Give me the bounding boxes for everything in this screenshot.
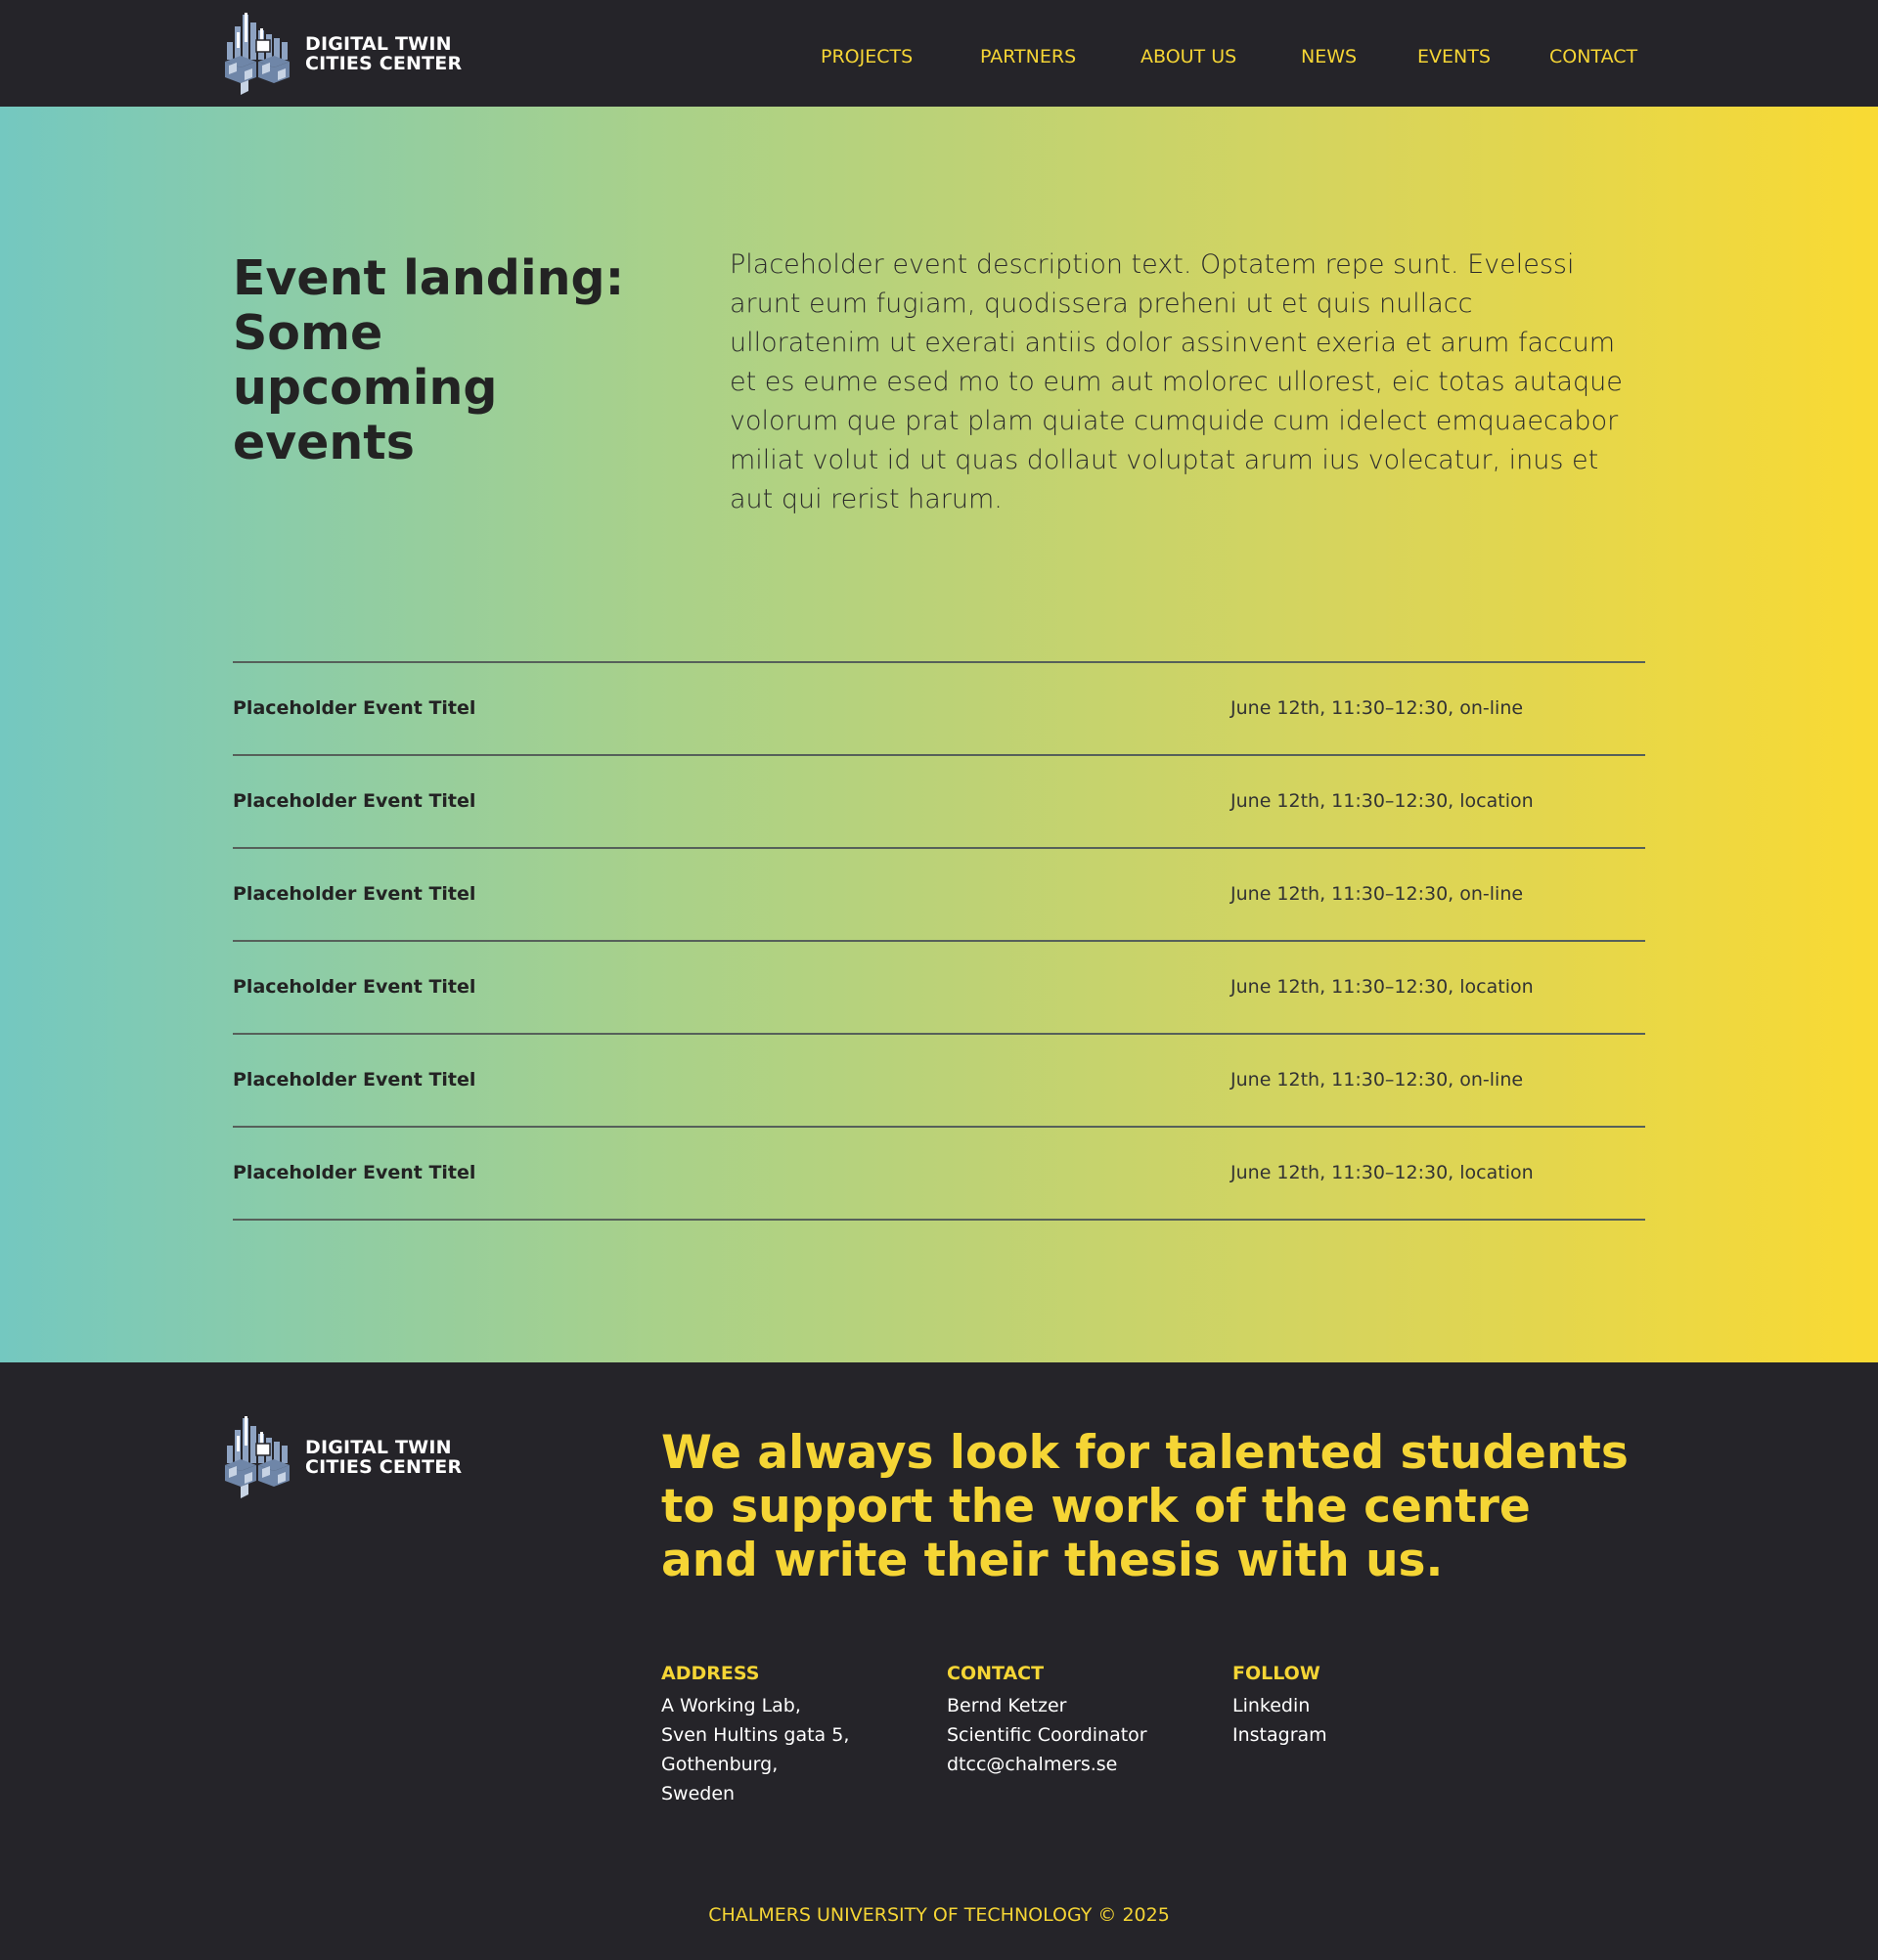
event-title[interactable]: Placeholder Event Titel: [233, 789, 475, 813]
site-header: DIGITAL TWIN CITIES CENTER PROJECTS PART…: [0, 0, 1878, 107]
brand-line-1: DIGITAL TWIN: [305, 1437, 452, 1458]
city-blocks-icon: [225, 1416, 290, 1498]
address-line: Sven Hultins gata 5,: [661, 1724, 850, 1746]
event-title[interactable]: Placeholder Event Titel: [233, 1068, 475, 1091]
event-row[interactable]: Placeholder Event Titel June 12th, 11:30…: [233, 663, 1645, 756]
copyright: CHALMERS UNIVERSITY OF TECHNOLOGY © 2025: [708, 1904, 1170, 1926]
nav-news[interactable]: NEWS: [1301, 45, 1357, 68]
nav-projects[interactable]: PROJECTS: [821, 45, 913, 68]
contact-heading: CONTACT: [947, 1663, 1045, 1684]
event-info: June 12th, 11:30–12:30, on-line: [1230, 883, 1524, 905]
event-row[interactable]: Placeholder Event Titel June 12th, 11:30…: [233, 1128, 1645, 1221]
address-heading: ADDRESS: [661, 1663, 760, 1684]
event-info: June 12th, 11:30–12:30, on-line: [1230, 697, 1524, 719]
nav-events[interactable]: EVENTS: [1417, 45, 1491, 68]
event-row[interactable]: Placeholder Event Titel June 12th, 11:30…: [233, 849, 1645, 942]
main-nav: PROJECTS PARTNERS ABOUT US NEWS EVENTS C…: [0, 45, 1878, 68]
event-title[interactable]: Placeholder Event Titel: [233, 882, 475, 906]
event-info: June 12th, 11:30–12:30, on-line: [1230, 1069, 1524, 1091]
contact-email-link[interactable]: dtcc@chalmers.se: [947, 1750, 1147, 1779]
linkedin-link[interactable]: Linkedin: [1232, 1691, 1327, 1720]
event-info: June 12th, 11:30–12:30, location: [1230, 976, 1534, 998]
footer-contact: CONTACT Bernd Ketzer Scientific Coordina…: [947, 1662, 1147, 1779]
brand-line-2: CITIES CENTER: [305, 1456, 463, 1478]
address-line: Gothenburg,: [661, 1754, 779, 1775]
event-row[interactable]: Placeholder Event Titel June 12th, 11:30…: [233, 756, 1645, 849]
event-description: Placeholder event description text. Opta…: [730, 249, 1623, 514]
nav-partners[interactable]: PARTNERS: [980, 45, 1076, 68]
event-info: June 12th, 11:30–12:30, location: [1230, 1162, 1534, 1183]
event-row[interactable]: Placeholder Event Titel June 12th, 11:30…: [233, 1035, 1645, 1128]
contact-role: Scientific Coordinator: [947, 1724, 1147, 1746]
address-line: A Working Lab,: [661, 1695, 801, 1716]
instagram-link[interactable]: Instagram: [1232, 1720, 1327, 1750]
event-list: Placeholder Event Titel June 12th, 11:30…: [233, 661, 1645, 1221]
footer-logo[interactable]: DIGITAL TWIN CITIES CENTER: [221, 1416, 462, 1498]
contact-name: Bernd Ketzer: [947, 1695, 1067, 1716]
brand-name: DIGITAL TWIN CITIES CENTER: [305, 1438, 462, 1477]
event-info: June 12th, 11:30–12:30, location: [1230, 790, 1534, 812]
recruitment-tagline: We always look for talented students to …: [661, 1426, 1629, 1587]
event-hero: Event landing: Some upcoming events Plac…: [0, 107, 1878, 1362]
follow-heading: FOLLOW: [1232, 1663, 1320, 1684]
event-row[interactable]: Placeholder Event Titel June 12th, 11:30…: [233, 942, 1645, 1035]
event-title[interactable]: Placeholder Event Titel: [233, 1161, 475, 1184]
nav-about-us[interactable]: ABOUT US: [1140, 45, 1236, 68]
site-footer: DIGITAL TWIN CITIES CENTER We always loo…: [0, 1362, 1878, 1960]
event-title[interactable]: Placeholder Event Titel: [233, 696, 475, 720]
page-title: Event landing: Some upcoming events: [233, 250, 625, 470]
footer-follow: FOLLOW Linkedin Instagram: [1232, 1662, 1327, 1750]
event-title[interactable]: Placeholder Event Titel: [233, 975, 475, 999]
footer-address: ADDRESS A Working Lab, Sven Hultins gata…: [661, 1662, 849, 1808]
address-line: Sweden: [661, 1783, 736, 1804]
nav-contact[interactable]: CONTACT: [1549, 45, 1637, 68]
